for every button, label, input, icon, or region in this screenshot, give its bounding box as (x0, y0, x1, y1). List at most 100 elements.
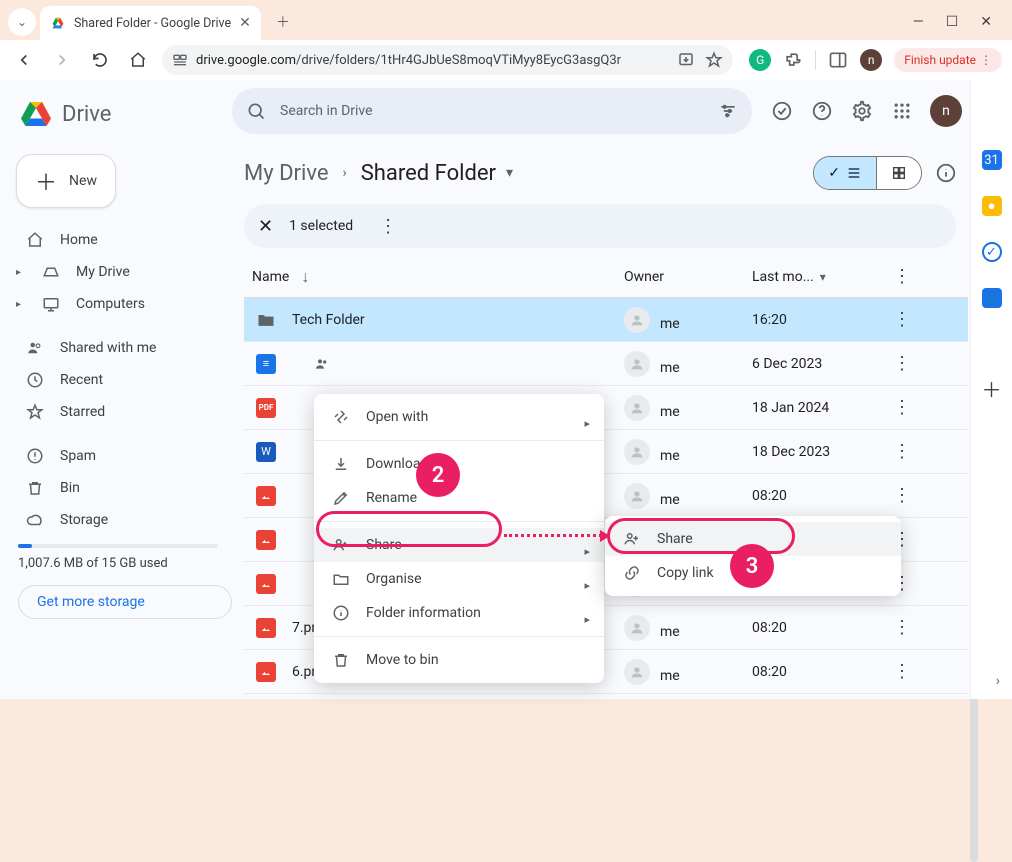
ctx-organise[interactable]: Organise (314, 562, 604, 596)
owner-avatar-icon (624, 395, 650, 421)
row-more-icon[interactable]: ⋮ (882, 441, 922, 462)
sidebar-item-bin[interactable]: Bin (14, 472, 232, 504)
minimize-icon[interactable]: — (913, 14, 924, 30)
row-more-icon[interactable]: ⋮ (882, 309, 922, 330)
account-avatar[interactable]: n (930, 95, 962, 127)
breadcrumb-current[interactable]: Shared Folder (361, 161, 513, 186)
selection-bar: ✕ 1 selected ⋮ (244, 204, 956, 248)
new-label: New (69, 173, 97, 189)
extensions-icon[interactable] (783, 50, 803, 70)
drive-logo[interactable]: Drive (14, 88, 232, 150)
new-button[interactable]: ＋ New (16, 154, 116, 208)
side-panel-icon[interactable] (828, 50, 848, 70)
sidebar-item-my-drive[interactable]: My Drive (14, 256, 232, 288)
row-more-icon[interactable]: ⋮ (882, 661, 922, 682)
annotation-share-highlight (316, 511, 502, 547)
maximize-icon[interactable]: ☐ (946, 14, 959, 30)
col-more-icon[interactable]: ⋮ (882, 266, 922, 287)
shared-icon (26, 339, 44, 357)
sidebar-item-computers[interactable]: Computers (14, 288, 232, 320)
col-owner-label[interactable]: Owner (624, 269, 752, 285)
contacts-icon[interactable]: 👤 (982, 288, 1002, 308)
row-more-icon[interactable]: ⋮ (882, 617, 922, 638)
selection-more-icon[interactable]: ⋮ (379, 216, 397, 237)
breadcrumb-parent[interactable]: My Drive (244, 161, 329, 186)
computers-icon (42, 295, 60, 313)
install-app-icon[interactable] (677, 51, 695, 69)
browser-tab[interactable]: Shared Folder - Google Drive ✕ (40, 6, 261, 40)
folder-icon (256, 310, 276, 330)
ctx-folder-info[interactable]: Folder information (314, 596, 604, 630)
keep-icon[interactable]: ● (982, 196, 1002, 216)
search-options-icon[interactable] (718, 101, 738, 121)
bookmark-star-icon[interactable] (705, 51, 723, 69)
back-icon[interactable] (10, 46, 38, 74)
home-icon[interactable] (124, 46, 152, 74)
storage-bar (18, 544, 218, 548)
addons-plus-icon[interactable]: ＋ (982, 374, 1002, 403)
breadcrumb: My Drive › Shared Folder ✓ (232, 142, 968, 200)
ready-offline-icon[interactable] (770, 99, 794, 123)
forward-icon[interactable] (48, 46, 76, 74)
tasks-icon[interactable]: ✓ (982, 242, 1002, 262)
sidebar-item-recent[interactable]: Recent (14, 364, 232, 396)
row-more-icon[interactable]: ⋮ (882, 353, 922, 374)
tabs-dropdown-icon[interactable]: ⌄ (8, 8, 36, 36)
close-window-icon[interactable]: ✕ (980, 14, 992, 30)
owner-avatar-icon (624, 483, 650, 509)
col-name-label[interactable]: Name (252, 269, 289, 285)
link-icon (623, 564, 641, 582)
sidebar-item-home[interactable]: Home (14, 224, 232, 256)
ctx-rename[interactable]: Rename (314, 481, 604, 515)
col-modified-label[interactable]: Last mo... (752, 269, 882, 285)
right-side-panel: 31 ● ✓ 👤 ＋ › (970, 80, 1012, 699)
address-bar[interactable]: drive.google.com/drive/folders/1tHr4GJbU… (162, 45, 733, 75)
drive-logo-icon (18, 96, 54, 132)
reload-icon[interactable] (86, 46, 114, 74)
sidebar-item-starred[interactable]: Starred (14, 396, 232, 428)
clear-selection-icon[interactable]: ✕ (258, 216, 273, 237)
apps-grid-icon[interactable] (890, 99, 914, 123)
image-icon (256, 662, 276, 682)
support-icon[interactable] (810, 99, 834, 123)
collapse-panel-icon[interactable]: › (996, 673, 1000, 689)
ctx-move-to-bin[interactable]: Move to bin (314, 643, 604, 677)
gdoc-icon: ≡ (256, 354, 276, 374)
sidebar-item-storage[interactable]: Storage (14, 504, 232, 536)
new-tab-button[interactable]: ＋ (269, 8, 297, 36)
extension-grammarly-icon[interactable]: G (749, 49, 771, 71)
details-icon[interactable] (934, 161, 958, 185)
calendar-icon[interactable]: 31 (982, 150, 1002, 170)
sidebar-item-label: Starred (60, 404, 105, 420)
modified-text: 08:20 (752, 620, 882, 636)
table-row[interactable]: ≡me6 Dec 2023⋮ (244, 342, 968, 386)
image-icon (256, 530, 276, 550)
view-toggle[interactable]: ✓ (813, 156, 922, 190)
finish-update-button[interactable]: Finish update⋮ (894, 48, 1002, 72)
url-text: drive.google.com/drive/folders/1tHr4GJbU… (196, 53, 621, 68)
search-icon (246, 101, 266, 121)
row-more-icon[interactable]: ⋮ (882, 485, 922, 506)
grid-view-button[interactable] (877, 157, 921, 189)
owner-avatar-icon (624, 351, 650, 377)
site-settings-icon[interactable] (172, 52, 188, 68)
sidebar-item-shared[interactable]: Shared with me (14, 332, 232, 364)
storage-used-text: 1,007.6 MB of 15 GB used (14, 556, 232, 571)
search-placeholder: Search in Drive (280, 103, 373, 119)
get-more-storage-button[interactable]: Get more storage (18, 585, 232, 619)
settings-icon[interactable] (850, 99, 874, 123)
profile-avatar-icon[interactable]: n (860, 49, 882, 71)
list-view-button[interactable]: ✓ (814, 157, 877, 189)
owner-text: me (660, 668, 680, 684)
search-input[interactable]: Search in Drive (232, 88, 752, 134)
tab-close-icon[interactable]: ✕ (239, 15, 251, 31)
plus-icon: ＋ (35, 165, 57, 197)
sort-arrow-icon[interactable]: ↓ (301, 267, 309, 287)
sidebar-item-spam[interactable]: Spam (14, 440, 232, 472)
table-row[interactable]: Tech Folderme16:20⋮ (244, 298, 968, 342)
row-more-icon[interactable]: ⋮ (882, 397, 922, 418)
ctx-open-with[interactable]: Open with (314, 400, 604, 434)
selection-count: 1 selected (289, 218, 353, 234)
browser-tabstrip: ⌄ Shared Folder - Google Drive ✕ ＋ — ☐ ✕ (0, 0, 1012, 40)
owner-avatar-icon (624, 659, 650, 685)
